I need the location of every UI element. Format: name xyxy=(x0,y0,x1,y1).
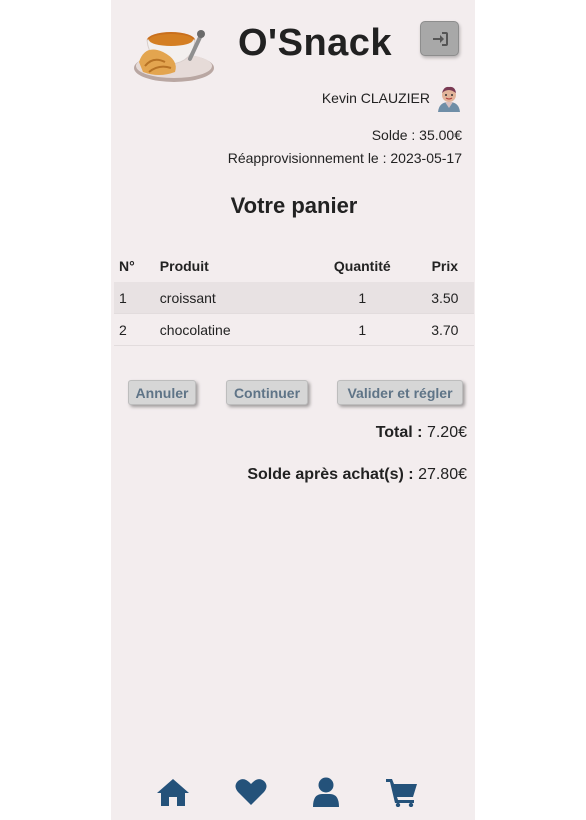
restock-date-text: Réapprovisionnement le : 2023-05-17 xyxy=(227,150,462,166)
table-row: 1 croissant 1 3.50 xyxy=(114,282,474,314)
column-header-number: N° xyxy=(119,258,135,274)
cart-table: N° Produit Quantité Prix 1 croissant 1 3… xyxy=(114,250,474,346)
nav-cart[interactable] xyxy=(385,775,419,809)
sign-in-icon xyxy=(432,31,448,46)
total-value: 7.20€ xyxy=(426,424,467,441)
row-quantity: 1 xyxy=(308,313,416,346)
user-info: Kevin CLAUZIER xyxy=(322,84,462,112)
row-product: chocolatine xyxy=(154,313,309,346)
row-price: 3.70 xyxy=(415,313,474,346)
cart-icon xyxy=(386,779,417,807)
balance-text: Solde : 35.00€ xyxy=(371,127,462,143)
table-row: 2 chocolatine 1 3.70 xyxy=(114,313,474,346)
row-price: 3.50 xyxy=(415,282,474,314)
nav-home[interactable] xyxy=(156,775,190,809)
login-button[interactable] xyxy=(420,21,459,56)
balance-after-label: Solde après achat(s) : xyxy=(247,466,414,483)
table-header-row: N° Produit Quantité Prix xyxy=(114,250,474,282)
row-product: croissant xyxy=(154,282,309,314)
column-header-quantity: Quantité xyxy=(333,258,391,274)
user-name: Kevin CLAUZIER xyxy=(321,90,430,106)
total-label: Total : xyxy=(375,424,423,441)
app-title: O'Snack xyxy=(238,22,393,64)
user-icon xyxy=(313,777,339,807)
cart-title: Votre panier xyxy=(230,193,358,218)
total-line: Total : 7.20€ xyxy=(376,424,467,442)
row-quantity: 1 xyxy=(308,282,416,314)
validate-and-pay-button[interactable]: Valider et régler xyxy=(337,380,463,405)
row-number: 2 xyxy=(114,313,155,346)
balance-after-value: 27.80€ xyxy=(418,466,467,483)
balance-after-line: Solde après achat(s) : 27.80€ xyxy=(247,466,467,484)
user-avatar-icon xyxy=(438,86,460,112)
cancel-button[interactable]: Annuler xyxy=(128,380,196,405)
column-header-price: Prix xyxy=(431,258,459,274)
nav-profile[interactable] xyxy=(309,775,343,809)
app-panel: O'Snack Kevin CLAUZIER Solde : 35.00€ Ré… xyxy=(111,0,475,820)
heart-icon xyxy=(235,779,267,805)
row-number: 1 xyxy=(114,282,155,314)
coffee-croissant-logo xyxy=(129,22,215,86)
column-header-product: Produit xyxy=(159,258,209,274)
nav-favorites[interactable] xyxy=(234,775,268,809)
continue-button[interactable]: Continuer xyxy=(226,380,308,405)
home-icon xyxy=(157,779,189,806)
